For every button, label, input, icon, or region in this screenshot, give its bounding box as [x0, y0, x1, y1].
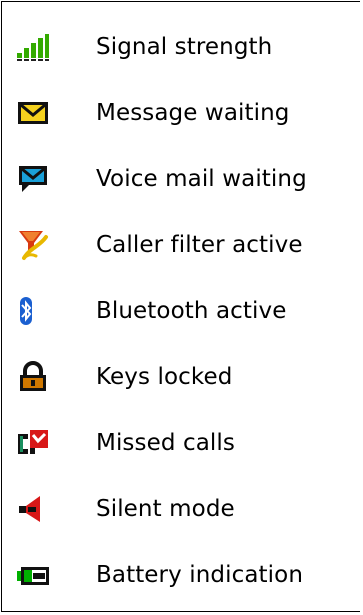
legend-label: Signal strength — [96, 34, 273, 60]
silent-mode-icon — [16, 492, 50, 526]
legend-label: Keys locked — [96, 364, 233, 390]
signal-strength-icon — [16, 30, 50, 64]
missed-calls-icon — [16, 426, 50, 460]
legend-row-signal-strength: Signal strength — [2, 27, 361, 67]
legend-row-voice-mail-waiting: Voice mail waiting — [2, 159, 361, 199]
legend-label: Battery indication — [96, 562, 303, 588]
legend-label: Missed calls — [96, 430, 235, 456]
icon-legend-panel: Signal strength Message waiting Voice ma… — [1, 1, 360, 612]
legend-row-message-waiting: Message waiting — [2, 93, 361, 133]
legend-row-missed-calls: Missed calls — [2, 423, 361, 463]
message-waiting-icon — [16, 96, 50, 130]
legend-label: Silent mode — [96, 496, 235, 522]
battery-icon — [16, 558, 50, 592]
bluetooth-icon — [16, 294, 50, 328]
legend-row-bluetooth-active: Bluetooth active — [2, 291, 361, 331]
legend-row-caller-filter-active: Caller filter active — [2, 225, 361, 265]
legend-label: Message waiting — [96, 100, 290, 126]
caller-filter-icon — [16, 228, 50, 262]
legend-row-silent-mode: Silent mode — [2, 489, 361, 529]
keys-locked-icon — [16, 360, 50, 394]
legend-label: Caller filter active — [96, 232, 303, 258]
legend-label: Bluetooth active — [96, 298, 287, 324]
legend-label: Voice mail waiting — [96, 166, 307, 192]
voice-mail-waiting-icon — [16, 162, 50, 196]
legend-row-battery-indication: Battery indication — [2, 555, 361, 595]
legend-row-keys-locked: Keys locked — [2, 357, 361, 397]
